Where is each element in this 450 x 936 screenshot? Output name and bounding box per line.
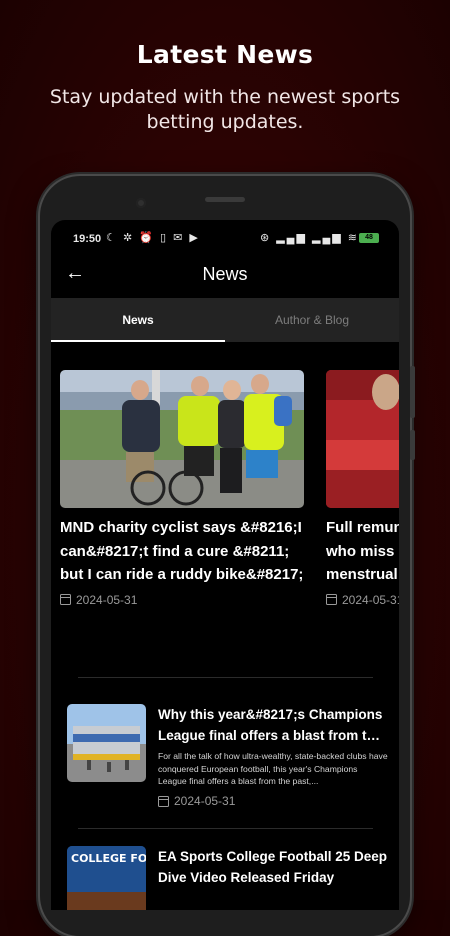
- youtube-icon: ▶: [189, 232, 200, 244]
- featured-news-card[interactable]: MND charity cyclist says &#8216;I can&#8…: [60, 370, 304, 607]
- news-thumb-stadium: [67, 704, 146, 782]
- signal-icon: ▂▄▆: [312, 232, 343, 244]
- active-tab-indicator: [51, 340, 225, 342]
- news-list-date: 2024-05-31: [174, 794, 236, 808]
- tab-author-blog[interactable]: Author & Blog: [225, 298, 399, 342]
- calendar-icon: [158, 795, 169, 807]
- featured-news-date: 2024-05-31: [342, 592, 399, 607]
- news-list-item[interactable]: COLLEGE FOOTBALL 25 EA Sports College Fo…: [67, 846, 387, 910]
- featured-news-date-row: 2024-05-31: [326, 593, 399, 607]
- status-right-icons: ⊛ ▂▄▆ ▂▄▆ ≋: [260, 231, 359, 244]
- status-bar: 19:50 ☾ ✲ ⏰ ▯ ✉ ▶ ⊛ ▂▄▆ ▂▄▆ ≋ 48: [51, 220, 399, 258]
- settings-icon: ✲: [122, 232, 135, 244]
- news-list-title[interactable]: Why this year&#8217;s Champions League f…: [158, 704, 388, 746]
- signal-icon: ▂▄▆: [276, 232, 307, 244]
- promo-title: Latest News: [136, 40, 314, 69]
- volume-button: [410, 366, 415, 418]
- calendar-icon: [326, 594, 337, 605]
- featured-news-date: 2024-05-31: [76, 592, 138, 607]
- news-image-stadium: [326, 370, 399, 508]
- news-list-date-row: 2024-05-31: [158, 794, 235, 808]
- sim-icon: ▯: [159, 232, 169, 244]
- wifi-icon: ≋: [347, 232, 359, 244]
- phone-speaker: [205, 197, 245, 202]
- moon-icon: ☾: [106, 232, 118, 244]
- battery-indicator: 48: [359, 233, 379, 243]
- app-bar: ← News: [51, 258, 399, 298]
- status-left-icons: ☾ ✲ ⏰ ▯ ✉ ▶: [106, 231, 200, 244]
- sync-icon: ⊛: [259, 232, 272, 244]
- news-list-item[interactable]: Why this year&#8217;s Champions League f…: [67, 704, 388, 814]
- featured-news-card[interactable]: Full remuneration for footballers who mi…: [326, 370, 399, 607]
- news-list-description: For all the talk of how ultra-wealthy, s…: [158, 751, 388, 786]
- divider: [78, 828, 373, 829]
- tab-bar: News Author & Blog: [51, 298, 399, 342]
- featured-news-title[interactable]: Full remuneration for footballers who mi…: [326, 516, 399, 587]
- front-camera: [136, 198, 146, 208]
- power-button: [410, 430, 415, 460]
- divider: [78, 677, 373, 678]
- app-screen: 19:50 ☾ ✲ ⏰ ▯ ✉ ▶ ⊛ ▂▄▆ ▂▄▆ ≋ 48 ← News …: [51, 220, 399, 910]
- news-thumb-college-football: COLLEGE FOOTBALL 25: [67, 846, 146, 910]
- tab-news[interactable]: News: [51, 298, 225, 342]
- promo-subtitle: Stay updated with the newest sports bett…: [49, 86, 401, 133]
- featured-news-date-row: 2024-05-31: [60, 593, 304, 607]
- news-image-cyclists: [60, 370, 304, 508]
- alarm-icon: ⏰: [139, 232, 155, 244]
- thumb-text: COLLEGE FOOTBALL 25: [71, 852, 146, 865]
- app-title: News: [202, 264, 248, 284]
- calendar-icon: [60, 594, 71, 605]
- featured-news-title[interactable]: MND charity cyclist says &#8216;I can&#8…: [60, 516, 304, 587]
- status-time: 19:50: [73, 233, 102, 245]
- news-list-title[interactable]: EA Sports College Football 25 Deep Dive …: [158, 846, 388, 888]
- mail-icon: ✉: [173, 232, 185, 244]
